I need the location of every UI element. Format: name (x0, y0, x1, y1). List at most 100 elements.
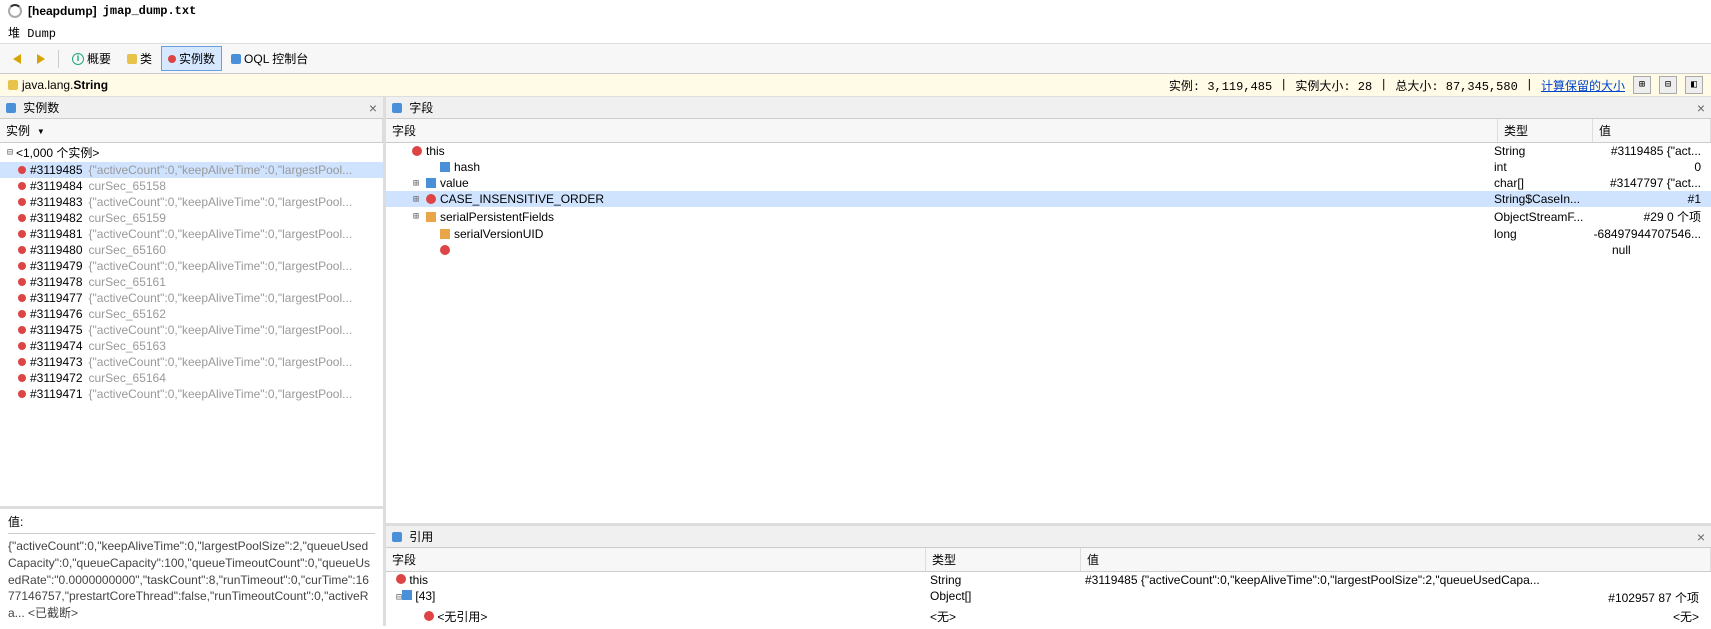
fields-tree[interactable]: thisString#3119485 {"act...hashint0⊞valu… (386, 143, 1711, 523)
value-header: 值: (8, 513, 375, 534)
ref-row[interactable]: ⊟ [43]Object[]#102957 87 个项 (386, 588, 1711, 607)
loading-icon (8, 4, 22, 18)
field-row[interactable]: ⊞serialPersistentFieldsObjectStreamF...#… (386, 207, 1711, 226)
pane-icon (392, 532, 402, 542)
title-file: jmap_dump.txt (103, 4, 197, 18)
window-title-bar: [heapdump] jmap_dump.txt (0, 0, 1711, 22)
col-type[interactable]: 类型 (926, 548, 1081, 571)
field-icon (426, 212, 436, 222)
instance-row[interactable]: #3119474curSec_65163 (0, 338, 383, 354)
field-row[interactable]: serialVersionUIDlong-68497944707546... (386, 226, 1711, 242)
instance-icon (18, 374, 26, 382)
instance-icon (18, 246, 26, 254)
instance-icon (168, 55, 176, 63)
value-panel: 值: {"activeCount":0,"keepAliveTime":0,"l… (0, 506, 383, 626)
class-icon (127, 54, 137, 64)
instance-count: 实例: 3,119,485 (1169, 77, 1272, 94)
ref-icon (402, 590, 412, 600)
instance-tree[interactable]: ⊟<1,000 个实例> #3119485{"activeCount":0,"k… (0, 143, 383, 506)
col-field[interactable]: 字段 (386, 119, 1498, 142)
instance-row[interactable]: #3119477{"activeCount":0,"keepAliveTime"… (0, 290, 383, 306)
instance-row[interactable]: #3119483{"activeCount":0,"keepAliveTime"… (0, 194, 383, 210)
oql-icon (231, 54, 241, 64)
summary-button[interactable]: i概要 (65, 46, 118, 71)
fields-title: 字段 (409, 99, 433, 116)
col-type[interactable]: 类型 (1498, 119, 1593, 142)
view-btn-2[interactable]: ⊟ (1659, 76, 1677, 94)
total-size: 总大小: 87,345,580 (1395, 77, 1517, 94)
close-icon[interactable]: × (1697, 529, 1705, 545)
separator: | (1280, 78, 1287, 92)
field-row[interactable]: null (386, 242, 1711, 258)
instance-icon (18, 214, 26, 222)
close-icon[interactable]: × (369, 100, 377, 116)
expander-icon[interactable]: ⊞ (410, 178, 422, 189)
instance-icon (18, 166, 26, 174)
tree-root[interactable]: ⊟<1,000 个实例> (0, 143, 383, 162)
field-icon (440, 229, 450, 239)
instance-icon (18, 342, 26, 350)
expander-icon[interactable]: ⊟ (4, 147, 16, 158)
instance-row[interactable]: #3119471{"activeCount":0,"keepAliveTime"… (0, 386, 383, 402)
instance-icon (18, 358, 26, 366)
instance-icon (18, 262, 26, 270)
instance-row[interactable]: #3119473{"activeCount":0,"keepAliveTime"… (0, 354, 383, 370)
instance-icon (18, 294, 26, 302)
col-instance[interactable]: 实例 ▾ (0, 119, 383, 142)
compute-retained-link[interactable]: 计算保留的大小 (1541, 77, 1625, 94)
instance-row[interactable]: #3119472curSec_65164 (0, 370, 383, 386)
field-row[interactable]: ⊞CASE_INSENSITIVE_ORDERString$CaseIn...#… (386, 191, 1711, 207)
expander-icon[interactable]: ⊞ (410, 211, 422, 222)
refs-tree[interactable]: thisString#3119485 {"activeCount":0,"kee… (386, 572, 1711, 626)
classes-button[interactable]: 类 (120, 46, 159, 71)
pane-icon (6, 103, 16, 113)
col-value[interactable]: 值 (1081, 548, 1711, 571)
instance-icon (18, 198, 26, 206)
separator: | (1380, 78, 1387, 92)
pane-icon (392, 103, 402, 113)
instance-icon (18, 278, 26, 286)
instance-row[interactable]: #3119478curSec_65161 (0, 274, 383, 290)
class-icon (8, 80, 18, 90)
field-icon (440, 245, 450, 255)
title-group: [heapdump] (28, 4, 97, 18)
instance-size: 实例大小: 28 (1295, 77, 1372, 94)
instance-icon (18, 230, 26, 238)
instances-button[interactable]: 实例数 (161, 46, 222, 71)
instance-row[interactable]: #3119481{"activeCount":0,"keepAliveTime"… (0, 226, 383, 242)
arrow-right-icon (37, 54, 45, 64)
info-icon: i (72, 53, 84, 65)
instance-row[interactable]: #3119484curSec_65158 (0, 178, 383, 194)
separator (58, 50, 59, 68)
oql-button[interactable]: OQL 控制台 (224, 46, 315, 71)
col-value[interactable]: 值 (1593, 119, 1711, 142)
close-icon[interactable]: × (1697, 100, 1705, 116)
field-row[interactable]: thisString#3119485 {"act... (386, 143, 1711, 159)
instances-pane: 实例数 × 实例 ▾ ⊟<1,000 个实例> #3119485{"active… (0, 97, 386, 626)
field-row[interactable]: ⊞valuechar[]#3147797 {"act... (386, 175, 1711, 191)
nav-forward-button[interactable] (30, 50, 52, 68)
separator: | (1526, 78, 1533, 92)
ref-icon (424, 611, 434, 621)
view-btn-1[interactable]: ⊞ (1633, 76, 1651, 94)
subtitle: 堆 Dump (0, 22, 1711, 44)
ref-row[interactable]: <无引用><无><无> (386, 607, 1711, 626)
main-toolbar: i概要 类 实例数 OQL 控制台 (0, 44, 1711, 74)
instance-row[interactable]: #3119476curSec_65162 (0, 306, 383, 322)
view-btn-3[interactable]: ◧ (1685, 76, 1703, 94)
field-row[interactable]: hashint0 (386, 159, 1711, 175)
nav-back-button[interactable] (6, 50, 28, 68)
instance-row[interactable]: #3119480curSec_65160 (0, 242, 383, 258)
expander-icon[interactable]: ⊞ (410, 194, 422, 205)
refs-title: 引用 (409, 528, 433, 545)
instance-row[interactable]: #3119479{"activeCount":0,"keepAliveTime"… (0, 258, 383, 274)
instance-row[interactable]: #3119475{"activeCount":0,"keepAliveTime"… (0, 322, 383, 338)
ref-row[interactable]: thisString#3119485 {"activeCount":0,"kee… (386, 572, 1711, 588)
ref-icon (396, 574, 406, 584)
instance-icon (18, 182, 26, 190)
field-icon (412, 146, 422, 156)
instance-row[interactable]: #3119485{"activeCount":0,"keepAliveTime"… (0, 162, 383, 178)
instance-row[interactable]: #3119482curSec_65159 (0, 210, 383, 226)
col-field[interactable]: 字段 (386, 548, 926, 571)
pane-title: 实例数 (23, 99, 59, 116)
